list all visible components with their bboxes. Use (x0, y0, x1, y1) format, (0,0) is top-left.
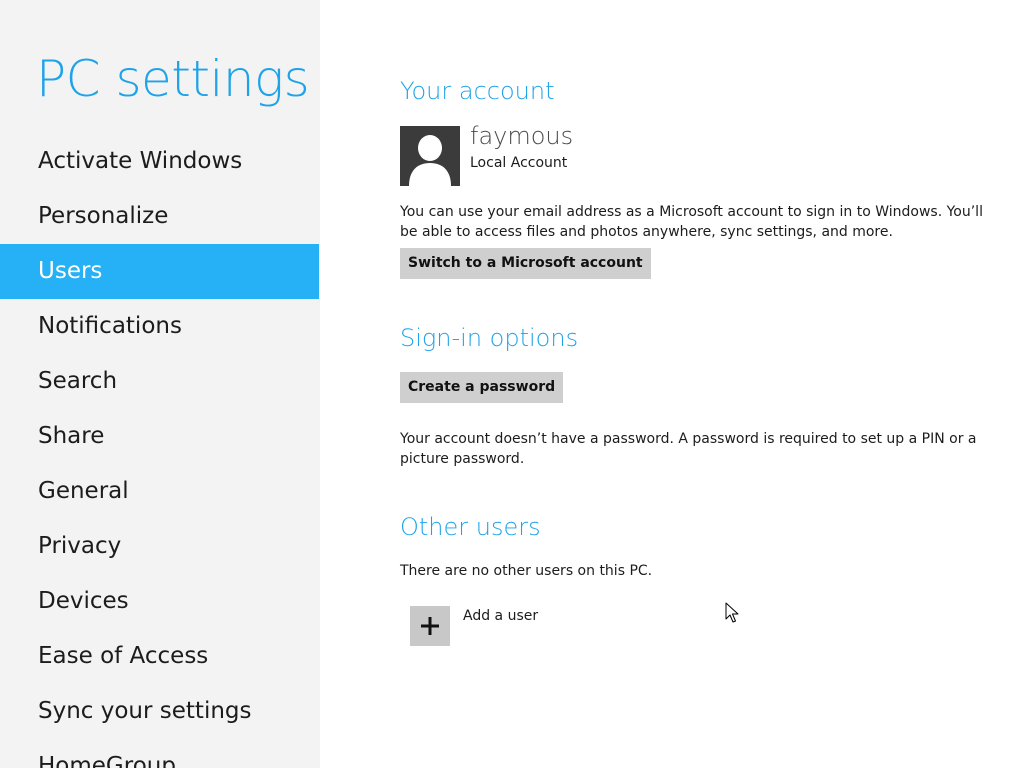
sidebar-item-sync-your-settings[interactable]: Sync your settings (0, 684, 320, 739)
sign-in-options-heading: Sign-in options (400, 324, 579, 352)
sidebar-item-personalize[interactable]: Personalize (0, 189, 320, 244)
add-user-label: Add a user (463, 608, 539, 624)
page-title: PC settings (36, 50, 310, 108)
microsoft-account-description: You can use your email address as a Micr… (400, 204, 983, 240)
sidebar-item-activate-windows[interactable]: Activate Windows (0, 134, 320, 189)
plus-glyph (421, 617, 439, 635)
sidebar-item-privacy[interactable]: Privacy (0, 519, 320, 574)
your-account-heading: Your account (400, 77, 555, 105)
sidebar-item-general[interactable]: General (0, 464, 320, 519)
user-silhouette-icon[interactable] (400, 126, 460, 186)
other-users-heading: Other users (400, 513, 541, 541)
password-note: Your account doesn’t have a password. A … (400, 431, 977, 467)
add-user-button[interactable]: Add a user (410, 603, 670, 647)
create-password-button[interactable]: Create a password (400, 372, 564, 403)
sidebar-nav: Activate Windows Personalize Users Notif… (0, 134, 320, 768)
plus-icon (410, 606, 450, 646)
sidebar-item-homegroup[interactable]: HomeGroup (0, 739, 320, 768)
sidebar-item-users[interactable]: Users (0, 244, 319, 299)
switch-to-microsoft-account-button[interactable]: Switch to a Microsoft account (400, 248, 651, 279)
account-type-label: Local Account (470, 155, 568, 171)
user-name: faymous (470, 122, 574, 150)
pc-settings-window: PC settings Activate Windows Personalize… (0, 0, 1024, 768)
sidebar-item-ease-of-access[interactable]: Ease of Access (0, 629, 320, 684)
sidebar: PC settings Activate Windows Personalize… (0, 0, 320, 768)
avatar-silhouette (409, 135, 451, 186)
sidebar-item-search[interactable]: Search (0, 354, 320, 409)
users-settings-panel: Your account faymous Local Account You c… (400, 0, 1000, 768)
sidebar-item-share[interactable]: Share (0, 409, 320, 464)
no-other-users-text: There are no other users on this PC. (400, 563, 653, 579)
sidebar-item-devices[interactable]: Devices (0, 574, 320, 629)
sidebar-item-notifications[interactable]: Notifications (0, 299, 320, 354)
